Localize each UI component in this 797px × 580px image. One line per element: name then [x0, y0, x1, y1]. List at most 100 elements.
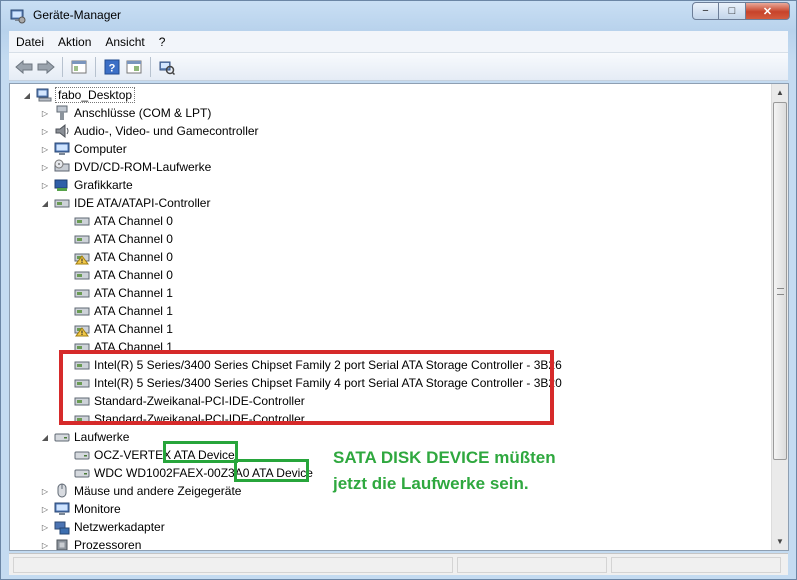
tree-device-item[interactable]: ATA Channel 1: [60, 284, 174, 302]
collapse-arrow-icon[interactable]: ◢: [40, 428, 50, 446]
tree-category[interactable]: ◢ Laufwerke: [40, 428, 130, 446]
menu-datei[interactable]: Datei: [9, 32, 51, 52]
speaker-icon: [55, 123, 69, 139]
console-tree-icon: [71, 60, 87, 73]
properties-icon: [126, 60, 142, 73]
tree-item-label: ATA Channel 1: [94, 322, 173, 336]
collapse-arrow-icon[interactable]: ◢: [40, 194, 50, 212]
tree-item-label: ATA Channel 0: [94, 232, 173, 246]
tree-item-label: Grafikkarte: [74, 178, 133, 192]
window-controls: − □ ✕: [692, 2, 790, 20]
tree-device-item[interactable]: ATA Channel 0: [60, 212, 174, 230]
optical-drive-icon: [54, 159, 70, 172]
controller-icon: [74, 217, 90, 226]
tree-item-label: ATA Channel 0: [94, 250, 173, 264]
expand-arrow-icon[interactable]: ▷: [40, 158, 50, 176]
menu-ansicht[interactable]: Ansicht: [98, 32, 151, 52]
monitor-icon: [54, 502, 70, 515]
svg-text:?: ?: [109, 62, 116, 74]
tree-device-item[interactable]: ATA Channel 1: [60, 320, 174, 338]
expand-arrow-icon[interactable]: ▷: [40, 536, 50, 550]
help-button[interactable]: ?: [101, 56, 123, 78]
port-icon: [56, 105, 68, 120]
tree-item-label: Audio-, Video- und Gamecontroller: [74, 124, 259, 138]
tree-category[interactable]: ▷ Prozessoren: [40, 536, 142, 550]
properties-button[interactable]: [123, 56, 145, 78]
tree-category[interactable]: ▷ Audio-, Video- und Gamecontroller: [40, 122, 260, 140]
controller-icon: [74, 271, 90, 280]
drive-icon: [74, 451, 90, 460]
tree-device-item[interactable]: ATA Channel 1: [60, 302, 174, 320]
status-bar: [9, 553, 788, 575]
tree-device-item[interactable]: ATA Channel 0: [60, 266, 174, 284]
tree-device-item[interactable]: ATA Channel 0: [60, 230, 174, 248]
toolbar-separator: [95, 56, 96, 77]
minimize-button[interactable]: −: [692, 2, 719, 20]
tree-category[interactable]: ▷ Monitore: [40, 500, 122, 518]
tree-item-label: ATA Channel 1: [94, 304, 173, 318]
tree-item-label: fabo_Desktop: [55, 87, 136, 103]
drive-highlight-box: [234, 459, 309, 482]
help-icon: ?: [104, 59, 120, 74]
tree-item-label: Netzwerkadapter: [74, 520, 165, 534]
toolbar-separator: [150, 56, 151, 77]
tree-category[interactable]: ▷ Grafikkarte: [40, 176, 134, 194]
tree-item-label: DVD/CD-ROM-Laufwerke: [74, 160, 212, 174]
controller-icon: [74, 307, 90, 316]
collapse-arrow-icon[interactable]: ◢: [22, 86, 32, 104]
tree-item-label: IDE ATA/ATAPI-Controller: [74, 196, 211, 210]
controller-highlight-box: [59, 350, 554, 425]
tree-item-label: Computer: [74, 142, 127, 156]
tree-item-label: Mäuse und andere Zeigegeräte: [74, 484, 242, 498]
tree-device-item[interactable]: ATA Channel 0: [60, 248, 174, 266]
expand-arrow-icon[interactable]: ▷: [40, 176, 50, 194]
maximize-button[interactable]: □: [719, 2, 746, 20]
expand-arrow-icon[interactable]: ▷: [40, 104, 50, 122]
monitor-icon: [54, 142, 70, 155]
scan-hardware-button[interactable]: [156, 56, 178, 78]
processor-icon: [56, 539, 68, 550]
scroll-down-arrow-icon[interactable]: ▼: [772, 533, 788, 550]
tree-category[interactable]: ▷ Anschlüsse (COM & LPT): [40, 104, 212, 122]
drive-icon: [74, 469, 90, 478]
forward-arrow-icon: [37, 59, 55, 74]
computer-icon: [36, 88, 52, 102]
mouse-icon: [57, 483, 67, 498]
tree-root-computer[interactable]: ◢ fabo_Desktop: [22, 86, 136, 104]
title-bar[interactable]: Geräte-Manager − □ ✕: [1, 1, 796, 31]
tree-category[interactable]: ▷ DVD/CD-ROM-Laufwerke: [40, 158, 212, 176]
menu-help[interactable]: ?: [152, 32, 173, 52]
expand-arrow-icon[interactable]: ▷: [40, 140, 50, 158]
display-adapter-icon: [54, 179, 68, 191]
tree-item-label: Monitore: [74, 502, 121, 516]
scrollbar-thumb[interactable]: [773, 102, 787, 460]
tree-category[interactable]: ▷ Computer: [40, 140, 128, 158]
scroll-up-arrow-icon[interactable]: ▲: [772, 84, 788, 101]
scrollbar-grip-icon: [777, 288, 784, 295]
tree-category[interactable]: ▷ Mäuse und andere Zeigegeräte: [40, 482, 242, 500]
expand-arrow-icon[interactable]: ▷: [40, 518, 50, 536]
menu-aktion[interactable]: Aktion: [51, 32, 98, 52]
forward-button[interactable]: [35, 56, 57, 78]
expand-arrow-icon[interactable]: ▷: [40, 482, 50, 500]
vertical-scrollbar[interactable]: ▲ ▼: [771, 84, 788, 550]
drive-highlight-box: [163, 441, 238, 463]
tree-item-label: Laufwerke: [74, 430, 130, 444]
tree-item-label: ATA Channel 1: [94, 286, 173, 300]
expand-arrow-icon[interactable]: ▷: [40, 122, 50, 140]
console-tree-button[interactable]: [68, 56, 90, 78]
tree-item-label: ATA Channel 0: [94, 268, 173, 282]
tree-category[interactable]: ▷ Netzwerkadapter: [40, 518, 166, 536]
status-pane: [457, 557, 607, 573]
back-button[interactable]: [13, 56, 35, 78]
close-button[interactable]: ✕: [746, 2, 790, 20]
expand-arrow-icon[interactable]: ▷: [40, 500, 50, 518]
tree-category[interactable]: ◢ IDE ATA/ATAPI-Controller: [40, 194, 211, 212]
warning-device-icon: [74, 325, 90, 337]
